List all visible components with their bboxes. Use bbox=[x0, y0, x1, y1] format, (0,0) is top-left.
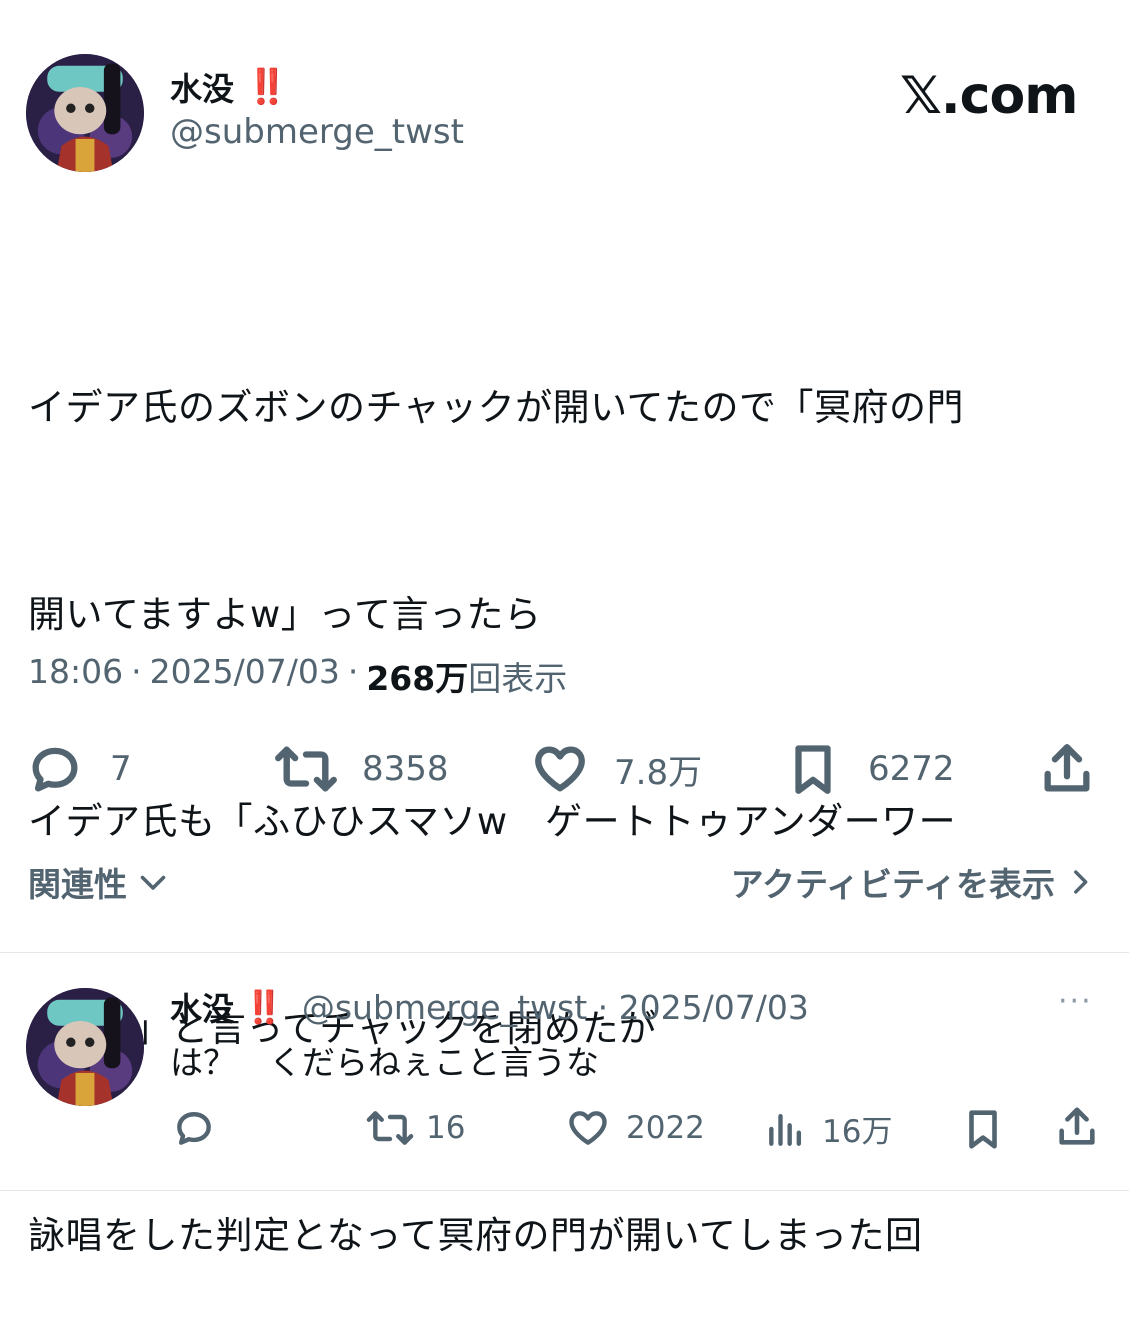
view-label: 回表示 bbox=[468, 659, 568, 698]
display-name[interactable]: 水没 bbox=[170, 64, 234, 110]
bookmark-count: 6272 bbox=[868, 749, 955, 789]
reply-retweet-count: 16 bbox=[426, 1110, 466, 1146]
double-exclamation-icon: ‼️ bbox=[244, 988, 284, 1026]
divider bbox=[0, 952, 1129, 953]
reply-like-button[interactable]: 2022 bbox=[564, 1106, 705, 1150]
display-name-row: 水没 ‼️ bbox=[170, 64, 288, 110]
analytics-icon bbox=[769, 1113, 802, 1146]
tweet-time[interactable]: 18:06 bbox=[28, 652, 123, 700]
retweet-icon bbox=[366, 1111, 414, 1145]
reply-view-count: 16万 bbox=[822, 1114, 893, 1150]
more-options-icon[interactable]: ··· bbox=[1058, 984, 1093, 1019]
heart-icon bbox=[535, 746, 585, 792]
handle[interactable]: @submerge_twst bbox=[170, 112, 464, 152]
reply-share-button[interactable] bbox=[1054, 1104, 1100, 1150]
retweet-count: 8358 bbox=[362, 749, 449, 789]
relevance-dropdown[interactable]: 関連性 bbox=[28, 858, 171, 906]
x-com-watermark: 𝕏.com bbox=[900, 66, 1078, 126]
share-icon bbox=[1044, 744, 1090, 792]
reply-text: は？ くだらねぇこと言うな bbox=[170, 1043, 599, 1082]
reply-handle-date[interactable]: @submerge_twst · 2025/07/03 bbox=[302, 988, 809, 1027]
meta-separator: · bbox=[347, 652, 359, 691]
reply-avatar[interactable] bbox=[26, 988, 144, 1106]
activity-label: アクティビティを表示 bbox=[730, 865, 1055, 904]
share-icon bbox=[1059, 1107, 1095, 1145]
avatar-image bbox=[26, 988, 144, 1106]
reply-count: 7 bbox=[110, 749, 132, 789]
chevron-right-icon bbox=[1074, 870, 1088, 894]
reply-retweet-button[interactable]: 16 bbox=[364, 1106, 465, 1150]
reply-like-count: 2022 bbox=[626, 1110, 705, 1146]
double-exclamation-icon: ‼️ bbox=[246, 67, 288, 107]
tweet-date[interactable]: 2025/07/03 bbox=[150, 652, 340, 700]
like-button[interactable]: 7.8万 bbox=[530, 740, 702, 798]
heart-icon bbox=[569, 1111, 607, 1145]
chevron-down-icon bbox=[140, 875, 166, 890]
reply-display-name[interactable]: 水没 bbox=[170, 984, 234, 1030]
view-count: 268万 bbox=[366, 659, 469, 698]
reply-views-button[interactable]: 16万 bbox=[764, 1106, 892, 1151]
reply-button[interactable]: 7 bbox=[26, 740, 132, 798]
bookmark-icon bbox=[795, 745, 831, 794]
avatar[interactable] bbox=[26, 54, 144, 172]
relevance-label: 関連性 bbox=[28, 865, 127, 904]
reply-icon bbox=[177, 1112, 211, 1145]
retweet-icon bbox=[275, 746, 337, 792]
meta-separator: · bbox=[131, 652, 142, 691]
divider bbox=[0, 1190, 1129, 1191]
tweet-meta: 18:06 · 2025/07/03 · 268万回表示 bbox=[28, 652, 567, 700]
reply-header: 水没 ‼️ @submerge_twst · 2025/07/03 bbox=[170, 984, 809, 1030]
like-count: 7.8万 bbox=[614, 752, 703, 793]
bookmark-button[interactable]: 6272 bbox=[784, 740, 955, 798]
share-button[interactable] bbox=[1038, 740, 1096, 798]
avatar-image bbox=[26, 54, 144, 172]
reply-icon bbox=[32, 747, 78, 792]
reply-reply-button[interactable] bbox=[170, 1106, 218, 1150]
bookmark-icon bbox=[969, 1110, 997, 1149]
tweet-line: イデア氏のズボンのチャックが開いてたので「冥府の門 bbox=[28, 386, 965, 429]
tweet-line: 開いてますよw」って言ったら bbox=[28, 593, 542, 636]
retweet-button[interactable]: 8358 bbox=[274, 740, 449, 798]
tweet-line: 詠唱をした判定となって冥府の門が開いてしまった回 bbox=[28, 1214, 923, 1257]
view-activity-link[interactable]: アクティビティを表示 bbox=[731, 858, 1097, 906]
reply-bookmark-button[interactable] bbox=[960, 1106, 1006, 1152]
